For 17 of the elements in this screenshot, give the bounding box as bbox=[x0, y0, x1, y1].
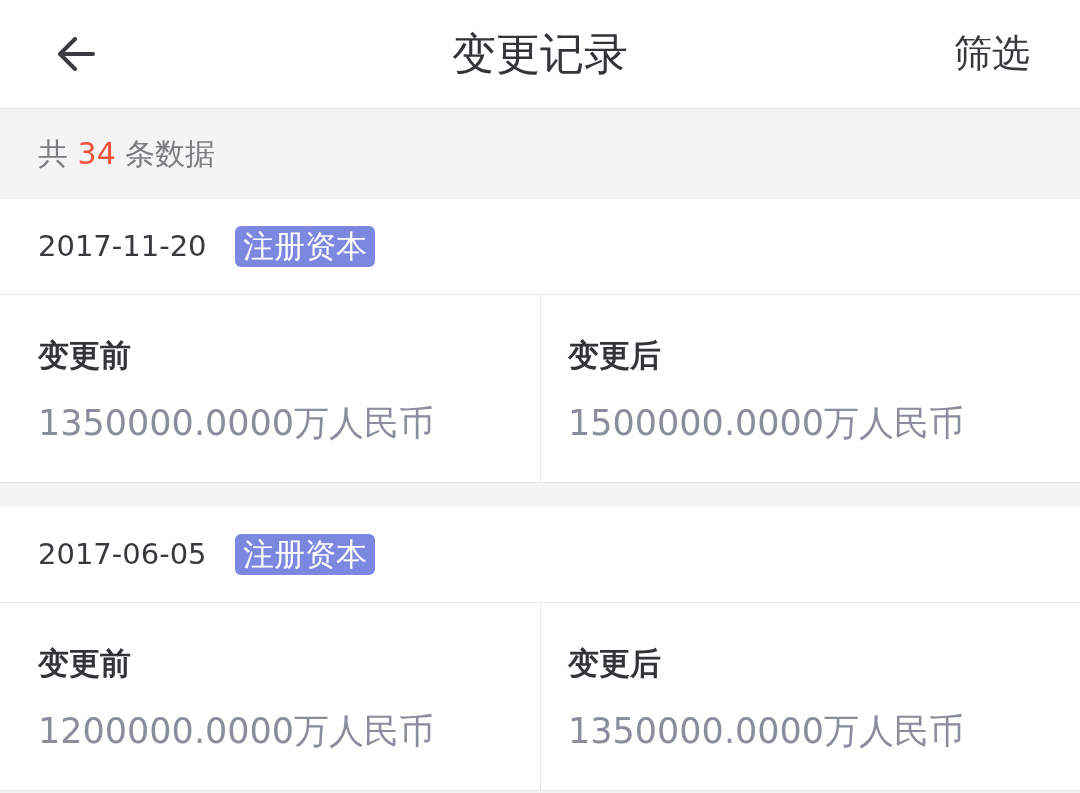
field-value: 1350000.0000万人民币 bbox=[568, 710, 965, 753]
field-label: 变更后 bbox=[568, 336, 661, 375]
change-type-tag: 注册资本 bbox=[234, 226, 375, 267]
record-count-text: 共 34 条数据 bbox=[38, 136, 216, 172]
back-arrow-icon bbox=[57, 37, 95, 71]
change-type-tag: 注册资本 bbox=[234, 534, 375, 575]
field-value: 1350000.0000万人民币 bbox=[38, 402, 435, 445]
change-date: 2017-06-05 bbox=[38, 537, 207, 572]
field-value: 1200000.0000万人民币 bbox=[38, 710, 435, 753]
change-date: 2017-11-20 bbox=[38, 229, 207, 264]
field-value: 1500000.0000万人民币 bbox=[568, 402, 965, 445]
field-label: 变更前 bbox=[38, 644, 131, 683]
field-label: 变更后 bbox=[568, 644, 661, 683]
field-label: 变更前 bbox=[38, 336, 131, 375]
filter-button[interactable]: 筛选 bbox=[954, 31, 1030, 77]
back-button[interactable] bbox=[56, 34, 96, 74]
page-title: 变更记录 bbox=[452, 27, 628, 81]
